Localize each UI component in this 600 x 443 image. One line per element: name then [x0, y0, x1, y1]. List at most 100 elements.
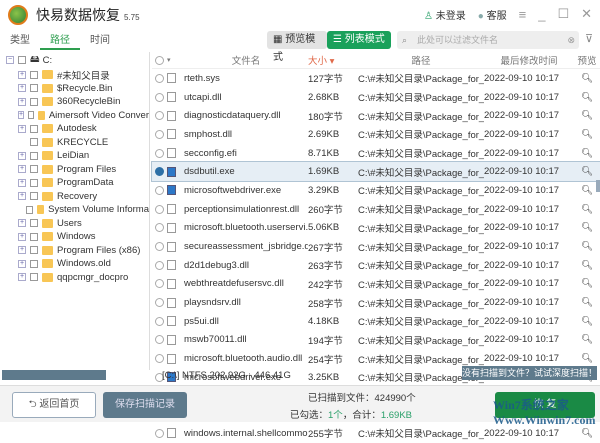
tree-item[interactable]: KRECYCLE	[0, 136, 149, 150]
tree-item[interactable]: + Aimersoft Video Conver	[0, 109, 149, 123]
expand-icon[interactable]: +	[18, 70, 26, 79]
checkbox[interactable]	[30, 165, 38, 174]
preview-search-icon[interactable]: 🔍︎	[574, 129, 600, 140]
checkbox[interactable]	[30, 97, 38, 106]
expand-icon[interactable]: +	[18, 259, 26, 268]
preview-search-icon[interactable]: 🔍︎	[574, 278, 600, 289]
tree-item[interactable]: + ProgramData	[0, 176, 149, 190]
preview-search-icon[interactable]: 🔍︎	[574, 428, 600, 439]
menu-icon[interactable]: ≡	[519, 7, 527, 22]
preview-search-icon[interactable]: 🔍︎	[574, 148, 600, 159]
select-all-radio[interactable]	[155, 55, 164, 65]
checkbox[interactable]	[30, 192, 38, 201]
row-radio[interactable]	[155, 242, 164, 252]
checkbox[interactable]	[30, 246, 38, 255]
preview-search-icon[interactable]: 🔍︎	[574, 222, 600, 233]
row-radio[interactable]	[155, 73, 164, 83]
deep-scan-link[interactable]: 没有扫描到文件？试试深度扫描！	[462, 366, 597, 380]
row-radio[interactable]	[155, 129, 164, 139]
table-row[interactable]: microsoftwebdriver.exe 3.29KB C:\#未知父目录\Pa…	[152, 181, 600, 200]
preview-search-icon[interactable]: 🔍︎	[574, 316, 600, 327]
tab-type[interactable]: 类型	[0, 32, 40, 50]
tree-item[interactable]: +360RecycleBin	[0, 95, 149, 109]
table-row[interactable]: microsoft.bluetooth.userservi... 5.06KB C:…	[152, 219, 600, 238]
row-radio[interactable]	[155, 298, 164, 308]
row-radio[interactable]	[155, 92, 164, 102]
filter-input[interactable]: ⌕ 此处可以过滤文件名 ⊗	[397, 31, 579, 49]
checkbox[interactable]	[30, 151, 38, 160]
table-row[interactable]: secconfig.efi 8.71KB C:\#未知父目录\Package_for…	[152, 144, 600, 163]
tree-item[interactable]: + Program Files	[0, 163, 149, 177]
tree-root[interactable]: − 🖴 C:	[0, 52, 149, 68]
checkbox[interactable]	[18, 56, 26, 64]
row-radio[interactable]	[155, 185, 164, 195]
preview-search-icon[interactable]: 🔍︎	[574, 92, 600, 103]
tree-item[interactable]: + Program Files (x86)	[0, 244, 149, 258]
tab-time[interactable]: 时间	[80, 32, 120, 50]
expand-icon[interactable]: +	[18, 165, 26, 174]
row-radio[interactable]	[155, 111, 164, 121]
tree-item[interactable]: + qqpcmgr_docpro	[0, 271, 149, 285]
preview-search-icon[interactable]: 🔍︎	[574, 260, 600, 271]
row-radio[interactable]	[155, 316, 164, 326]
tree-item[interactable]: System Volume Informa	[0, 203, 149, 217]
preview-search-icon[interactable]: 🔍︎	[574, 204, 600, 215]
tree-item[interactable]: + $Recycle.Bin	[0, 82, 149, 96]
tree-item[interactable]: + Users	[0, 217, 149, 231]
preview-search-icon[interactable]: 🔍︎	[574, 166, 600, 177]
expand-icon[interactable]: +	[18, 246, 26, 255]
table-row[interactable]: secureassessment_jsbridge.dll 267字节 C:\#未知…	[152, 237, 600, 256]
row-radio[interactable]	[155, 335, 164, 345]
expand-icon[interactable]: +	[18, 111, 25, 120]
checkbox[interactable]	[30, 84, 38, 93]
table-row[interactable]: mswb70011.dll 194字节 C:\#未知父目录\Package_for_…	[152, 331, 600, 350]
row-radio[interactable]	[155, 223, 164, 233]
col-size[interactable]: 大小 ▾	[308, 53, 358, 67]
checkbox[interactable]	[30, 70, 38, 79]
checkbox[interactable]	[26, 205, 33, 214]
table-row[interactable]: webthreatdefusersvc.dll 242字节 C:\#未知父目录\Pa…	[152, 275, 600, 294]
table-scrollbar[interactable]	[596, 180, 600, 192]
tab-path[interactable]: 路径	[40, 32, 80, 50]
checkbox[interactable]	[30, 138, 38, 147]
chevron-down-icon[interactable]: ▾	[167, 56, 171, 64]
table-row[interactable]: utcapi.dll 2.68KB C:\#未知父目录\Package_for_R.…	[152, 88, 600, 107]
row-radio[interactable]	[155, 148, 164, 158]
login-button[interactable]: ♙ 未登录	[424, 7, 466, 22]
clear-icon[interactable]: ⊗	[567, 31, 575, 49]
table-row[interactable]: ps5ui.dll 4.18KB C:\#未知父目录\Package_for_R..…	[152, 312, 600, 331]
preview-search-icon[interactable]: 🔍︎	[574, 353, 600, 364]
expand-icon[interactable]: +	[18, 232, 26, 241]
expand-icon[interactable]: +	[18, 192, 26, 201]
tree-item[interactable]: + Recovery	[0, 190, 149, 204]
expand-icon[interactable]: +	[18, 84, 26, 93]
expand-icon[interactable]: +	[18, 124, 26, 133]
maximize-icon[interactable]: ☐	[557, 6, 569, 22]
row-radio[interactable]	[155, 279, 164, 289]
row-radio[interactable]	[155, 167, 164, 177]
expand-icon[interactable]: +	[18, 273, 26, 282]
tree-item[interactable]: + #未知父目录	[0, 68, 149, 82]
collapse-icon[interactable]: −	[6, 56, 14, 64]
row-radio[interactable]	[155, 204, 164, 214]
back-home-button[interactable]: ⮌ 返回首页	[12, 392, 96, 418]
row-radio[interactable]	[155, 428, 164, 438]
preview-search-icon[interactable]: 🔍︎	[574, 334, 600, 345]
table-row[interactable]: smphost.dll 2.69KB C:\#未知父目录\Package_for_R…	[152, 125, 600, 144]
minimize-icon[interactable]: _	[538, 7, 545, 22]
checkbox[interactable]	[30, 232, 38, 241]
preview-mode-button[interactable]: ▦ 预览模式	[267, 31, 327, 63]
row-radio[interactable]	[155, 354, 164, 364]
table-row[interactable]: rteth.sys 127字节 C:\#未知父目录\Package_for_R...…	[152, 69, 600, 88]
save-scan-button[interactable]: 保存扫描记录	[103, 392, 187, 418]
expand-icon[interactable]: +	[18, 151, 26, 160]
tree-item[interactable]: + LeiDian	[0, 149, 149, 163]
preview-search-icon[interactable]: 🔍︎	[574, 73, 600, 84]
preview-search-icon[interactable]: 🔍︎	[574, 241, 600, 252]
col-path[interactable]: 路径	[358, 53, 484, 67]
expand-icon[interactable]: +	[18, 97, 26, 106]
expand-icon[interactable]: +	[18, 178, 26, 187]
tree-item[interactable]: + Windows.old	[0, 257, 149, 271]
table-row[interactable]: playsndsrv.dll 258字节 C:\#未知父目录\Package_for…	[152, 293, 600, 312]
checkbox[interactable]	[30, 259, 38, 268]
